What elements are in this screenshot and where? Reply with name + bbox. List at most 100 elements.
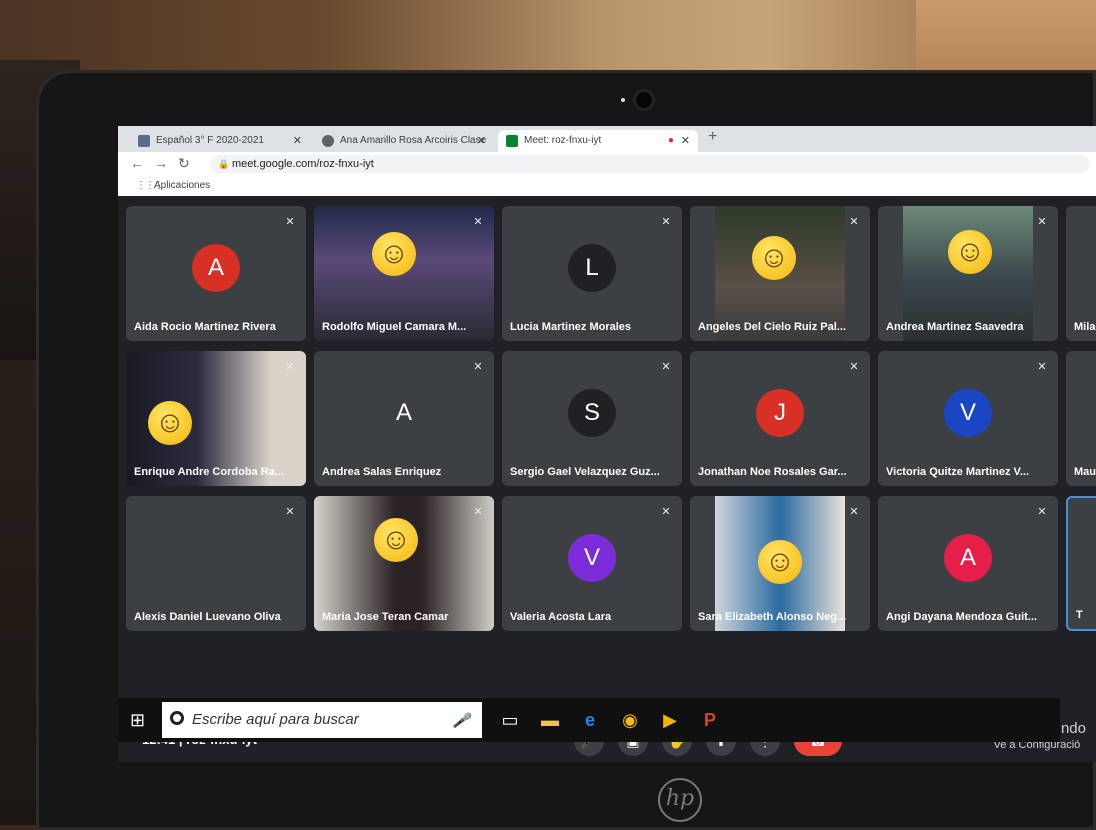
participant-name: Milagros: [1074, 321, 1096, 333]
cortana-icon: [170, 711, 184, 725]
mic-off-icon: ✕: [661, 361, 671, 373]
participant-tile[interactable]: V ✕ Victoria Quitze Martinez V...: [878, 351, 1058, 486]
tab-bar: Español 3° F 2020-2021 ✕ Ana Amarillo Ro…: [118, 126, 1096, 152]
participant-tile[interactable]: T: [1066, 496, 1096, 631]
camera-indicator: [621, 98, 625, 102]
participant-tile[interactable]: ☺ ✕ Sara Elizabeth Alonso Neg...: [690, 496, 870, 631]
tab-ana-amarillo[interactable]: Ana Amarillo Rosa Arcoiris Clase ✕: [314, 130, 494, 152]
avatar: V: [944, 389, 992, 437]
windows-start-icon[interactable]: ⊞: [130, 710, 145, 731]
participant-name: Valeria Acosta Lara: [510, 611, 612, 623]
lock-icon: 🔒: [218, 159, 230, 169]
mic-off-icon: ✕: [1037, 361, 1047, 373]
participant-tile[interactable]: Milagros: [1066, 206, 1096, 341]
meet-icon: [506, 135, 518, 147]
screen: Español 3° F 2020-2021 ✕ Ana Amarillo Ro…: [118, 126, 1096, 762]
bookmark-apps[interactable]: Aplicaciones: [154, 180, 210, 191]
powerpoint-icon[interactable]: P: [698, 708, 722, 732]
participant-name: Maur: [1074, 466, 1096, 478]
mic-off-icon: ✕: [1037, 506, 1047, 518]
participant-name: Jonathan Noe Rosales Gar...: [698, 466, 847, 478]
participant-name: Angeles Del Cielo Ruiz Pal...: [698, 321, 846, 333]
reload-icon[interactable]: ↻: [178, 155, 190, 172]
browser-toolbar: ← → ↻ 🔒 meet.google.com/roz-fnxu-iyt: [118, 152, 1096, 176]
tab-meet[interactable]: Meet: roz-fnxu-iyt ✕ ●: [498, 130, 698, 152]
participant-name: T: [1076, 609, 1083, 621]
back-icon[interactable]: ←: [130, 155, 144, 171]
face-blur-emoji: ☺: [758, 540, 802, 584]
forward-icon[interactable]: →: [154, 155, 168, 171]
participant-tile[interactable]: ☺ ✕ Andrea Martinez Saavedra: [878, 206, 1058, 341]
participant-name: Andrea Salas Enriquez: [322, 466, 442, 478]
tab-espanol[interactable]: Español 3° F 2020-2021 ✕: [130, 130, 310, 152]
avatar: V: [568, 534, 616, 582]
participant-name: Maria Jose Teran Camar: [322, 611, 449, 623]
tab-label: Español 3° F 2020-2021: [156, 135, 264, 146]
participant-name: Sara Elizabeth Alonso Neg...: [698, 611, 847, 623]
participant-tile[interactable]: ☺ ✕ Maria Jose Teran Camar: [314, 496, 494, 631]
edge-icon[interactable]: e: [578, 708, 602, 732]
media-player-icon[interactable]: ▶: [658, 708, 682, 732]
participant-tile[interactable]: ☺ ✕ Rodolfo Miguel Camara M...: [314, 206, 494, 341]
mic-off-icon: ✕: [285, 506, 295, 518]
participant-tile[interactable]: ☺ ✕ Enrique Andre Cordoba Ra...: [126, 351, 306, 486]
windows-taskbar: ⊞ Escribe aquí para buscar 🎤 ▭ ▬ e ◉ ▶ P: [118, 698, 1060, 742]
taskbar-search[interactable]: Escribe aquí para buscar 🎤: [162, 702, 482, 738]
avatar: J: [756, 389, 804, 437]
webcam: [636, 92, 652, 108]
microphone-icon[interactable]: 🎤: [453, 702, 470, 738]
participant-tile[interactable]: L ✕ Lucia Martinez Morales: [502, 206, 682, 341]
face-blur-emoji: ☺: [752, 236, 796, 280]
search-placeholder: Escribe aquí para buscar: [192, 711, 359, 728]
participant-tile[interactable]: S ✕ Sergio Gael Velazquez Guz...: [502, 351, 682, 486]
classroom-icon: [138, 135, 150, 147]
participant-name: Sergio Gael Velazquez Guz...: [510, 466, 660, 478]
hp-logo: hp: [658, 778, 702, 822]
mic-off-icon: ✕: [473, 506, 483, 518]
mic-off-icon: ✕: [661, 506, 671, 518]
participant-tile[interactable]: Maur: [1066, 351, 1096, 486]
participant-name: Alexis Daniel Luevano Oliva: [134, 611, 281, 623]
participant-name: Angi Dayana Mendoza Guit...: [886, 611, 1037, 623]
participant-name: Enrique Andre Cordoba Ra...: [134, 466, 284, 478]
participant-name: Lucia Martinez Morales: [510, 321, 632, 333]
new-tab-button[interactable]: +: [708, 128, 717, 146]
mic-off-icon: ✕: [473, 361, 483, 373]
avatar: A: [944, 534, 992, 582]
participant-grid: A ✕ Aida Rocio Martinez Rivera ☺ ✕ Rodol…: [118, 196, 1096, 720]
avatar: S: [568, 389, 616, 437]
mic-off-icon: ✕: [473, 216, 483, 228]
participant-tile[interactable]: A ✕ Aida Rocio Martinez Rivera: [126, 206, 306, 341]
mic-off-icon: ✕: [661, 216, 671, 228]
participant-tile[interactable]: V ✕ Valeria Acosta Lara: [502, 496, 682, 631]
participant-tile[interactable]: ✕ Alexis Daniel Luevano Oliva: [126, 496, 306, 631]
participant-tile[interactable]: J ✕ Jonathan Noe Rosales Gar...: [690, 351, 870, 486]
close-icon[interactable]: ✕: [681, 130, 690, 152]
avatar: A: [380, 389, 428, 437]
participant-name: Rodolfo Miguel Camara M...: [322, 321, 467, 333]
participant-tile[interactable]: ☺ ✕ Angeles Del Cielo Ruiz Pal...: [690, 206, 870, 341]
tab-label: Meet: roz-fnxu-iyt: [524, 135, 602, 146]
participant-name: Victoria Quitze Martinez V...: [886, 466, 1030, 478]
close-icon[interactable]: ✕: [477, 130, 486, 152]
address-bar[interactable]: 🔒 meet.google.com/roz-fnxu-iyt: [210, 155, 1090, 173]
mic-off-icon: ✕: [285, 361, 295, 373]
recording-icon: ●: [667, 135, 674, 146]
avatar: L: [568, 244, 616, 292]
close-icon[interactable]: ✕: [293, 130, 302, 152]
mic-off-icon: ✕: [849, 506, 859, 518]
file-explorer-icon[interactable]: ▬: [538, 708, 562, 732]
mic-off-icon: ✕: [849, 361, 859, 373]
face-blur-emoji: ☺: [948, 230, 992, 274]
participant-tile[interactable]: A ✕ Andrea Salas Enriquez: [314, 351, 494, 486]
mic-off-icon: ✕: [849, 216, 859, 228]
face-blur-emoji: ☺: [372, 232, 416, 276]
participant-name: Aida Rocio Martinez Rivera: [134, 321, 276, 333]
url-text: meet.google.com/roz-fnxu-iyt: [232, 158, 374, 170]
chrome-icon[interactable]: ◉: [618, 708, 642, 732]
face-blur-emoji: ☺: [148, 401, 192, 445]
avatar: A: [192, 244, 240, 292]
mic-off-icon: ✕: [1037, 216, 1047, 228]
task-view-icon[interactable]: ▭: [498, 708, 522, 732]
participant-tile[interactable]: A ✕ Angi Dayana Mendoza Guit...: [878, 496, 1058, 631]
